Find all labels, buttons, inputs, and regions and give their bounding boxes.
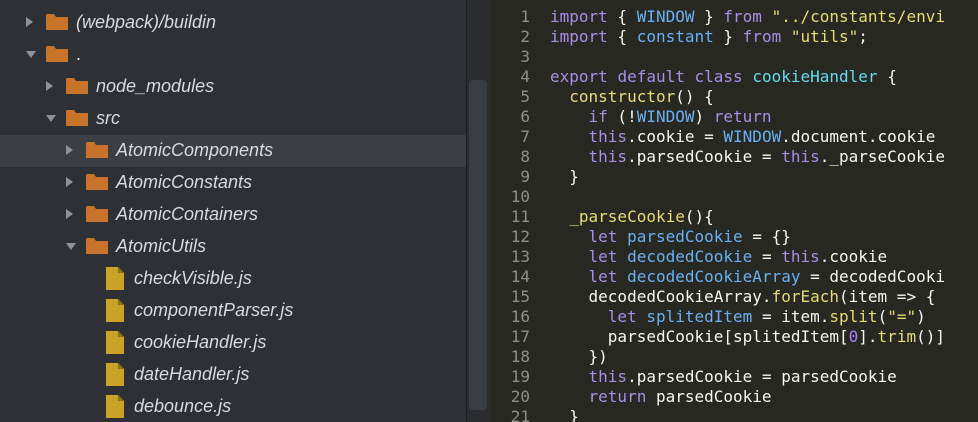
code-line[interactable]: return parsedCookie: [550, 387, 772, 407]
tree-item-label: src: [96, 108, 120, 128]
tree-folder-row[interactable]: AtomicConstants: [0, 167, 466, 199]
line-number: 10: [510, 187, 530, 206]
line-number: 13: [510, 247, 530, 266]
folder-icon: [86, 238, 108, 254]
line-number: 11: [510, 207, 530, 226]
code-line[interactable]: let decodedCookieArray = decodedCooki: [550, 267, 945, 287]
chevron-right-icon[interactable]: [66, 177, 73, 187]
line-number: 19: [510, 367, 530, 386]
tree-file-row[interactable]: componentParser.js: [0, 295, 466, 327]
code-line[interactable]: decodedCookieArray.forEach(item => {: [550, 287, 936, 307]
tree-item-label: debounce.js: [134, 396, 232, 416]
line-number: 21: [510, 407, 530, 422]
tree-item-label: (webpack)/buildin: [76, 12, 217, 32]
tree-file-row[interactable]: cookieHandler.js: [0, 327, 466, 359]
line-number: 16: [510, 307, 530, 326]
chevron-right-icon[interactable]: [66, 209, 73, 219]
line-number-gutter: 1 2 3 4 5 6 7 8 9 10 11 12 13 14 15 16 17 18 19 20 21: [490, 0, 542, 422]
code-line[interactable]: let splitedItem = item.split("="): [550, 307, 926, 327]
file-tree-sidebar: (webpack)/buildin. node_modulessrc AtomicC…: [0, 0, 490, 422]
line-number: 3: [520, 47, 530, 66]
code-line[interactable]: this.cookie = WINDOW.document.cookie: [550, 127, 936, 147]
line-number: 7: [520, 127, 530, 146]
tree-folder-row[interactable]: node_modules: [0, 71, 466, 103]
line-number: 18: [510, 347, 530, 366]
tree-item-label: checkVisible.js: [134, 268, 252, 288]
line-number: 1: [520, 7, 530, 26]
tree-folder-row[interactable]: AtomicUtils: [0, 231, 466, 263]
code-line[interactable]: if (!WINDOW) return: [550, 107, 772, 127]
chevron-down-icon[interactable]: [66, 243, 76, 250]
tree-folder-row[interactable]: AtomicComponents: [0, 135, 466, 167]
chevron-right-icon[interactable]: [66, 145, 73, 155]
tree-item-label: cookieHandler.js: [134, 332, 267, 352]
tree-item-label: AtomicContainers: [116, 204, 259, 224]
code-line[interactable]: }: [550, 167, 579, 187]
js-file-icon: [106, 267, 124, 290]
code-line[interactable]: this.parsedCookie = this._parseCookie: [550, 147, 945, 167]
folder-icon: [86, 142, 108, 158]
tree-folder-row[interactable]: AtomicContainers: [0, 199, 466, 231]
tree-folder-row[interactable]: (webpack)/buildin: [0, 7, 466, 39]
code-line[interactable]: this.parsedCookie = parsedCookie: [550, 367, 897, 387]
chevron-right-icon[interactable]: [26, 17, 33, 27]
code-line[interactable]: let parsedCookie = {}: [550, 227, 791, 247]
chevron-right-icon[interactable]: [46, 81, 53, 91]
chevron-down-icon[interactable]: [26, 51, 36, 58]
folder-icon: [66, 78, 88, 94]
folder-icon: [86, 206, 108, 222]
chevron-down-icon[interactable]: [46, 115, 56, 122]
line-number: 14: [510, 267, 530, 286]
js-file-icon: [106, 331, 124, 354]
code-line[interactable]: _parseCookie(){: [550, 207, 714, 227]
tree-item-label: AtomicUtils: [116, 236, 207, 256]
folder-icon: [46, 46, 68, 62]
line-number: 2: [520, 27, 530, 46]
line-number: 15: [510, 287, 530, 306]
line-number: 5: [520, 87, 530, 106]
line-number: 20: [510, 387, 530, 406]
tree-item-label: .: [76, 44, 82, 64]
code-line[interactable]: constructor() {: [550, 87, 714, 107]
code-line[interactable]: export default class cookieHandler {: [550, 67, 897, 87]
tree-folder-row[interactable]: .: [0, 39, 466, 71]
tree-file-row[interactable]: dateHandler.js: [0, 359, 466, 391]
tree-item-label: dateHandler.js: [134, 364, 250, 384]
code-line[interactable]: let decodedCookie = this.cookie: [550, 247, 888, 267]
tree-item-label: node_modules: [96, 76, 215, 96]
code-line[interactable]: }): [550, 347, 608, 367]
tree-item-label: AtomicConstants: [116, 172, 253, 192]
line-number: 9: [520, 167, 530, 186]
folder-icon: [66, 110, 88, 126]
js-file-icon: [106, 299, 124, 322]
code-line[interactable]: parsedCookie[splitedItem[0].trim()]: [550, 327, 945, 347]
sidebar-scrollbar-thumb[interactable]: [469, 80, 487, 410]
tree-folder-row[interactable]: src: [0, 103, 466, 135]
code-line[interactable]: import { constant } from "utils";: [550, 27, 868, 47]
line-number: 4: [520, 67, 530, 86]
code-editor[interactable]: 1 2 3 4 5 6 7 8 9 10 11 12 13 14 15 16 17 18 19 20 21 import…: [490, 0, 978, 422]
tree-item-label: AtomicComponents: [116, 140, 274, 160]
line-number: 6: [520, 107, 530, 126]
folder-icon: [86, 174, 108, 190]
code-line[interactable]: import { WINDOW } from "../constants/env…: [550, 7, 945, 27]
tree-file-row[interactable]: checkVisible.js: [0, 263, 466, 295]
tree-item-label: componentParser.js: [134, 300, 294, 320]
js-file-icon: [106, 395, 124, 418]
js-file-icon: [106, 363, 124, 386]
line-number: 12: [510, 227, 530, 246]
line-number: 8: [520, 147, 530, 166]
tree-file-row[interactable]: debounce.js: [0, 391, 466, 422]
line-number: 17: [510, 327, 530, 346]
folder-icon: [46, 14, 68, 30]
code-line[interactable]: }: [550, 407, 579, 422]
